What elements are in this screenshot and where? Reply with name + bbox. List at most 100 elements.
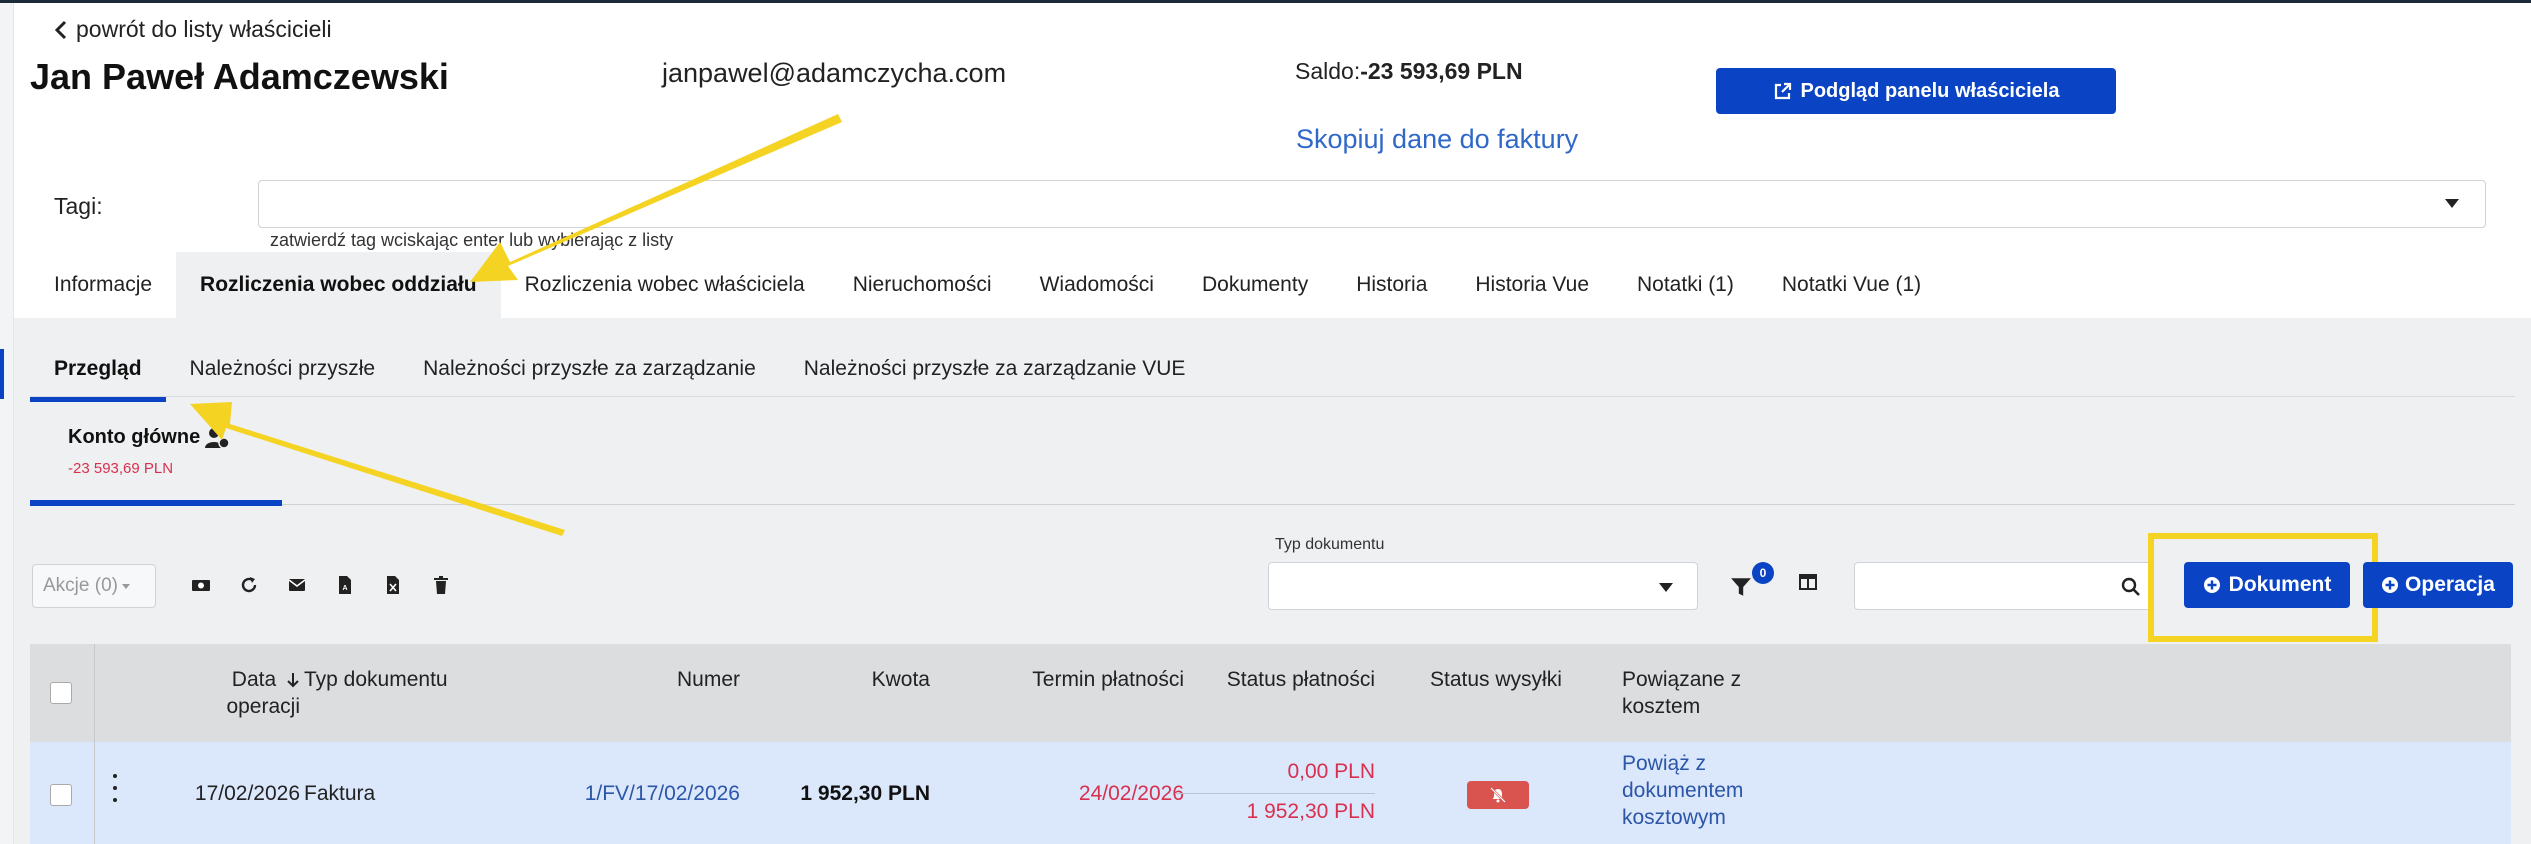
- filter-button[interactable]: 0: [1730, 562, 1774, 600]
- owner-panel-preview-button[interactable]: Podgląd panelu właściciela: [1716, 68, 2116, 114]
- user-icon: [205, 427, 230, 449]
- left-sidebar-strip: [0, 3, 14, 844]
- arrow-down-icon: [287, 673, 299, 688]
- divider: [282, 504, 2515, 505]
- header-amount: Kwota: [871, 668, 930, 691]
- row-date: 17/02/2026: [194, 782, 300, 805]
- account-tab-main[interactable]: Konto główne -23 593,69 PLN: [30, 420, 282, 506]
- row-paid-amount: 0,00 PLN: [1287, 760, 1375, 783]
- tab-dokumenty[interactable]: Dokumenty: [1178, 252, 1332, 318]
- add-document-button[interactable]: Dokument: [2184, 562, 2350, 608]
- tags-hint: zatwierdź tag wciskając enter lub wybier…: [270, 230, 674, 250]
- subtab-przeglad[interactable]: Przegląd: [30, 338, 166, 402]
- header-shipping-status: Status wysyłki: [1430, 668, 1562, 691]
- link-line1: Powiąż z: [1622, 752, 1707, 775]
- preview-button-label: Podgląd panelu właściciela: [1800, 79, 2060, 102]
- add-operation-button[interactable]: Operacja: [2363, 562, 2513, 608]
- plus-circle-icon: [2382, 577, 2399, 593]
- tab-rozliczenia-oddzialu[interactable]: Rozliczenia wobec oddziału: [176, 252, 501, 318]
- refresh-icon[interactable]: [236, 572, 262, 598]
- tags-label: Tagi:: [54, 193, 103, 219]
- link-cost-document[interactable]: Powiąż z dokumentem kosztowym: [1622, 750, 1743, 831]
- email-icon[interactable]: [284, 572, 310, 598]
- header-payment-status: Status płatności: [1226, 668, 1375, 691]
- svg-text:A: A: [342, 585, 347, 592]
- column-divider: [94, 644, 95, 742]
- doc-type-label: Typ dokumentu: [1275, 536, 1385, 553]
- caret-down-icon: [1659, 583, 1673, 592]
- header-linked-cost: Powiązane z kosztem: [1622, 666, 1741, 720]
- row-due-date: 24/02/2026: [1078, 782, 1184, 805]
- header-linked-line1: Powiązane z: [1622, 668, 1742, 691]
- balance-label: Saldo:: [1295, 58, 1361, 84]
- account-active-indicator: [30, 500, 282, 506]
- balance-value: -23 593,69 PLN: [1360, 58, 1523, 84]
- payment-icon[interactable]: [188, 572, 214, 598]
- account-balance: -23 593,69 PLN: [68, 460, 174, 477]
- caret-down-icon[interactable]: [2445, 199, 2459, 208]
- balance-summary: Saldo:-23 593,69 PLN: [1295, 58, 1523, 85]
- trash-icon[interactable]: [428, 572, 454, 598]
- select-all-checkbox[interactable]: [50, 682, 72, 704]
- header-date-sort[interactable]: Data operacji: [180, 666, 300, 720]
- header-date-line2: operacji: [226, 695, 300, 718]
- row-number-link[interactable]: 1/FV/17/02/2026: [560, 782, 740, 806]
- subtab-naleznosci-przyszle[interactable]: Należności przyszłe: [166, 338, 400, 400]
- actions-dropdown[interactable]: Akcje (0): [32, 564, 156, 608]
- doc-type-select[interactable]: [1268, 562, 1698, 610]
- tab-rozliczenia-wlasciciela[interactable]: Rozliczenia wobec właściciela: [501, 252, 829, 318]
- column-divider: [94, 742, 95, 844]
- table-row[interactable]: 17/02/2026 Faktura 1/FV/17/02/2026 1 952…: [30, 742, 2511, 844]
- account-name-row: Konto główne: [68, 426, 230, 449]
- divider: [1175, 793, 1375, 794]
- row-checkbox[interactable]: [50, 784, 72, 806]
- search-input[interactable]: [1854, 562, 2152, 610]
- top-border: [0, 0, 2531, 3]
- link-line3: kosztowym: [1622, 806, 1726, 829]
- tab-informacje[interactable]: Informacje: [30, 252, 176, 318]
- sub-tabs: Przegląd Należności przyszłe Należności …: [30, 338, 1210, 402]
- header-doc-type: Typ dokumentu: [304, 668, 448, 691]
- header-due-date: Termin płatności: [1032, 668, 1184, 691]
- row-doc-type: Faktura: [304, 782, 376, 805]
- header-number: Numer: [676, 668, 740, 691]
- pdf-icon[interactable]: A: [332, 572, 358, 598]
- back-to-owners-link[interactable]: powrót do listy właścicieli: [54, 16, 332, 43]
- row-menu-icon[interactable]: [110, 774, 120, 814]
- main-tabs: Informacje Rozliczenia wobec oddziału Ro…: [30, 252, 1945, 318]
- search-icon[interactable]: [2121, 577, 2141, 597]
- tags-input[interactable]: [258, 180, 2486, 228]
- table-header: Data operacji Typ dokumentu Numer Kwota …: [30, 644, 2511, 742]
- owner-name: Jan Paweł Adamczewski: [30, 56, 449, 97]
- filter-icon: [1731, 578, 1751, 596]
- header-date-line1: Data: [231, 668, 277, 691]
- plus-circle-icon: [2203, 577, 2220, 593]
- actions-label: Akcje (0): [43, 575, 118, 596]
- subtab-naleznosci-zarzadzanie-vue[interactable]: Należności przyszłe za zarządzanie VUE: [780, 338, 1210, 400]
- tab-historia[interactable]: Historia: [1332, 252, 1451, 318]
- chevron-left-icon: [54, 20, 67, 39]
- subtab-naleznosci-zarzadzanie[interactable]: Należności przyszłe za zarządzanie: [399, 338, 780, 400]
- sidebar-active-marker: [0, 349, 4, 399]
- excel-icon[interactable]: [380, 572, 406, 598]
- tab-historia-vue[interactable]: Historia Vue: [1451, 252, 1613, 318]
- add-document-label: Dokument: [2228, 573, 2332, 596]
- add-operation-label: Operacja: [2405, 573, 2495, 596]
- external-link-icon: [1774, 82, 1791, 100]
- copy-invoice-data-link[interactable]: Skopiuj dane do faktury: [1296, 124, 1578, 155]
- columns-icon[interactable]: [1798, 572, 1822, 596]
- tab-notatki-vue[interactable]: Notatki Vue (1): [1758, 252, 1945, 318]
- caret-down-icon: [121, 583, 130, 589]
- filter-count-badge: 0: [1752, 562, 1774, 584]
- owner-email: janpawel@adamczycha.com: [662, 58, 1007, 88]
- tab-wiadomosci[interactable]: Wiadomości: [1016, 252, 1178, 318]
- back-link-label: powrót do listy właścicieli: [76, 16, 332, 42]
- tab-notatki[interactable]: Notatki (1): [1613, 252, 1758, 318]
- divider: [30, 396, 2515, 397]
- shipping-status-badge[interactable]: [1467, 781, 1529, 809]
- bell-slash-icon: [1490, 787, 1506, 803]
- header-linked-line2: kosztem: [1622, 695, 1701, 718]
- row-remaining-amount: 1 952,30 PLN: [1246, 800, 1375, 823]
- tab-nieruchomosci[interactable]: Nieruchomości: [829, 252, 1016, 318]
- row-amount: 1 952,30 PLN: [800, 782, 930, 805]
